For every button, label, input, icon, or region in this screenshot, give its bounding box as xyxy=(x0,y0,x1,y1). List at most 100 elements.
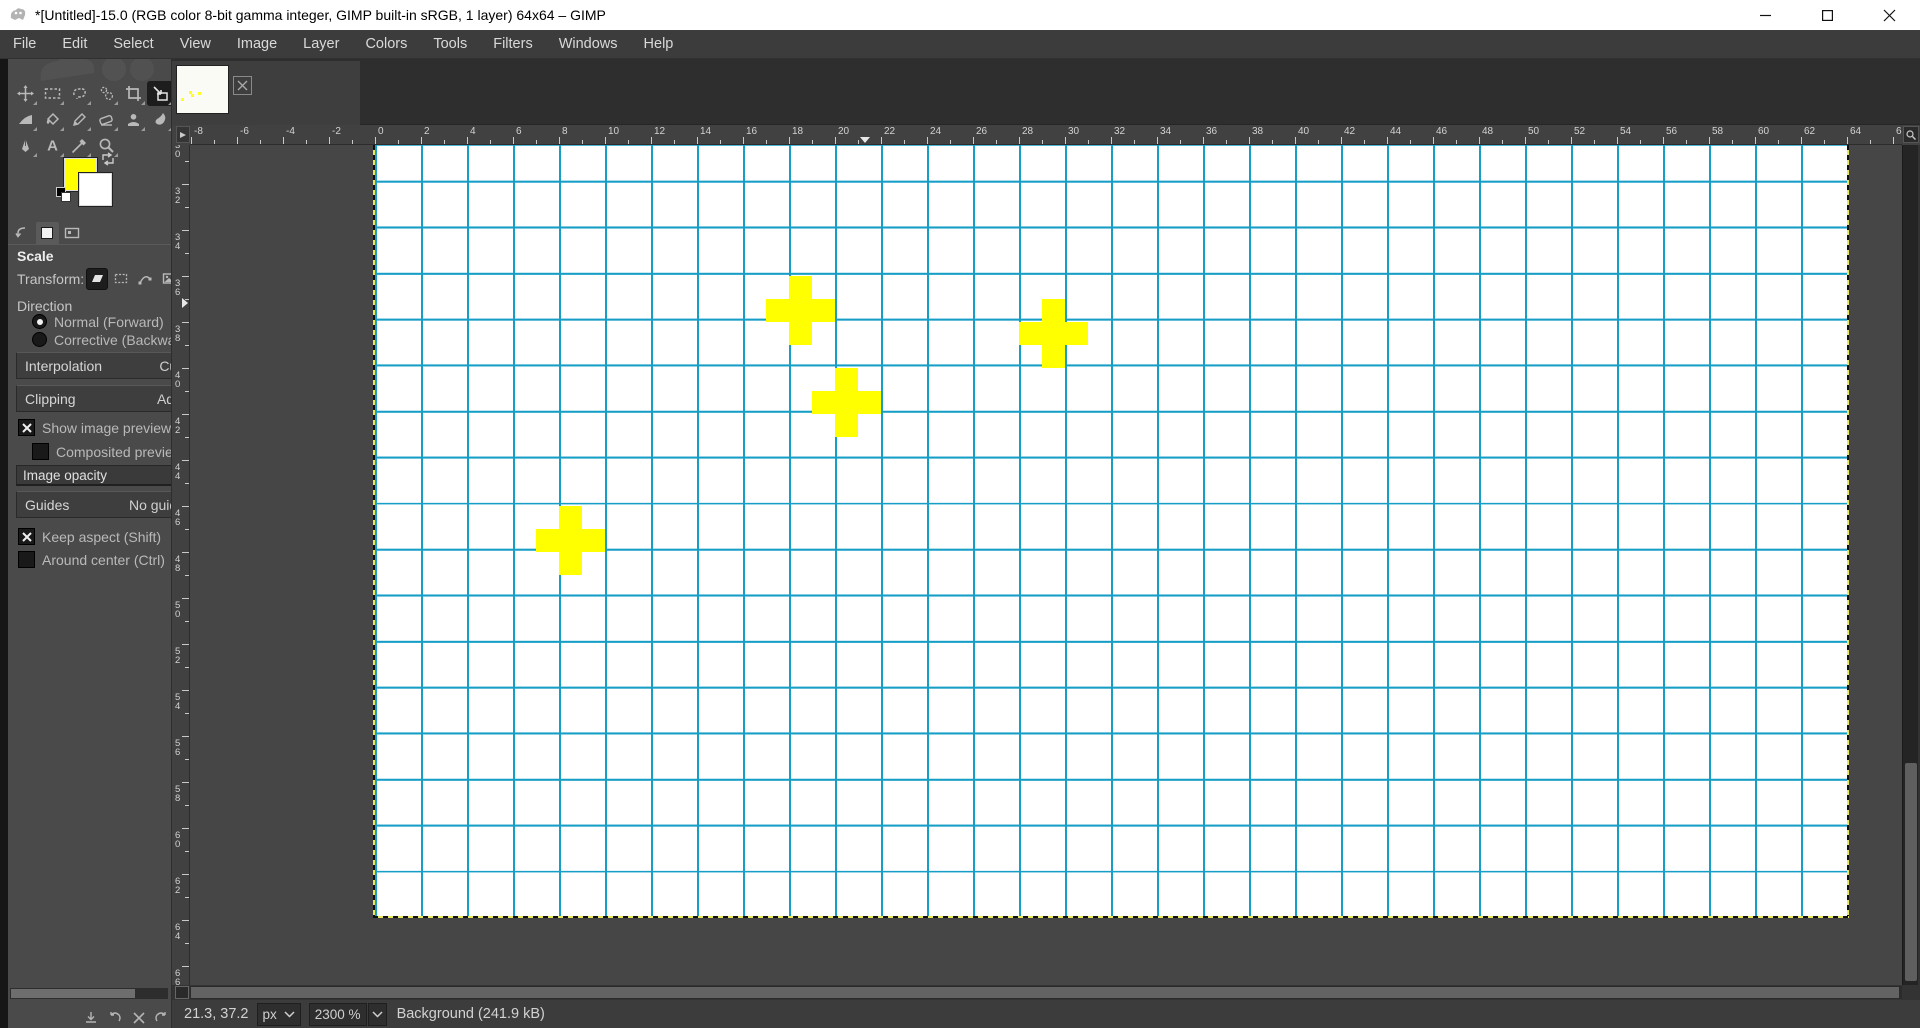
swap-colors-icon[interactable] xyxy=(100,151,116,167)
menu-image[interactable]: Image xyxy=(224,30,290,59)
background-color-swatch[interactable] xyxy=(79,173,112,206)
direction-corrective-radio[interactable]: Corrective (Backwar xyxy=(32,331,171,348)
color-picker-tool-button[interactable] xyxy=(66,133,92,158)
bucket-fill-tool-button[interactable] xyxy=(39,107,65,132)
image-tab[interactable] xyxy=(172,61,360,125)
canvas-image[interactable] xyxy=(375,145,1847,918)
gradient-tool-button[interactable] xyxy=(12,107,38,132)
chevron-down-icon xyxy=(372,1010,383,1018)
vertical-scrollbar[interactable] xyxy=(1902,145,1918,985)
dock-scrollbar[interactable] xyxy=(10,988,168,999)
image-opacity-slider[interactable]: Image opacity 10 xyxy=(16,465,171,486)
guides-select[interactable]: Guides No guide xyxy=(16,491,171,518)
dock-tab-tool-options[interactable] xyxy=(36,222,59,244)
interpolation-select[interactable]: Interpolation Cub xyxy=(16,352,171,379)
transform-buttons xyxy=(84,268,171,290)
crop-tool-button[interactable] xyxy=(120,81,146,106)
save-tool-preset-button[interactable] xyxy=(80,1007,102,1028)
menu-view[interactable]: View xyxy=(167,30,224,59)
ruler-label: 58 xyxy=(1712,126,1724,137)
rect-select-tool-button[interactable] xyxy=(39,81,65,106)
image-tab-close-icon[interactable] xyxy=(233,76,252,95)
scrollbar-thumb[interactable] xyxy=(1905,763,1917,981)
ruler-label: 56 xyxy=(1666,126,1678,137)
smudge-tool-button[interactable] xyxy=(147,107,171,132)
zoom-dropdown[interactable] xyxy=(367,1002,387,1026)
clone-tool-button[interactable] xyxy=(120,107,146,132)
menu-file[interactable]: File xyxy=(0,30,49,59)
ruler-label: 6 0 xyxy=(175,829,181,850)
window-edge xyxy=(0,59,8,1028)
thumbnail-mark xyxy=(198,92,201,95)
ruler-tick xyxy=(835,137,836,144)
transform-layer-button[interactable] xyxy=(86,268,109,290)
scale-tool-button[interactable] xyxy=(147,81,171,106)
clipping-select[interactable]: Clipping Adju xyxy=(16,385,171,412)
wilber-decoration-icon xyxy=(40,59,154,81)
unit-dropdown[interactable]: px xyxy=(256,1002,301,1026)
ruler-tick xyxy=(182,183,189,185)
menu-edit[interactable]: Edit xyxy=(49,30,100,59)
scrollbar-thumb[interactable] xyxy=(191,987,1899,998)
ruler-tick xyxy=(996,140,997,144)
canvas-viewport[interactable] xyxy=(190,145,1902,985)
default-colors-icon[interactable] xyxy=(56,187,71,202)
menu-windows[interactable]: Windows xyxy=(546,30,631,59)
dock-tab-device-status[interactable] xyxy=(61,222,84,244)
horizontal-scrollbar[interactable] xyxy=(190,986,1902,999)
transform-selection-button[interactable] xyxy=(110,268,132,290)
gimp-logo-icon xyxy=(10,8,26,20)
ruler-tick xyxy=(185,482,189,484)
around-center-checkbox[interactable]: Around center (Ctrl) xyxy=(18,551,165,568)
pencil-tool-button[interactable] xyxy=(66,107,92,132)
delete-tool-preset-button[interactable] xyxy=(128,1007,150,1028)
menu-filters[interactable]: Filters xyxy=(480,30,545,59)
ruler-tick xyxy=(182,873,189,875)
ruler-tick xyxy=(1778,140,1779,144)
fuzzy-select-tool-button[interactable] xyxy=(93,81,119,106)
maximize-button[interactable] xyxy=(1796,0,1858,30)
dock-tab-tool-options-back[interactable] xyxy=(11,222,34,244)
move-tool-button[interactable] xyxy=(12,81,38,106)
tool-group-arrow-icon xyxy=(87,101,91,105)
scrollbar-thumb[interactable] xyxy=(11,989,135,998)
text-tool-button[interactable]: A xyxy=(39,133,65,158)
transform-image-button[interactable] xyxy=(158,268,171,290)
minimize-button[interactable] xyxy=(1734,0,1796,30)
ink-tool-button[interactable] xyxy=(12,133,38,158)
radio-icon xyxy=(32,332,47,347)
ruler-tick xyxy=(1272,140,1273,144)
ruler-tick xyxy=(1617,137,1618,144)
ruler-tick xyxy=(973,137,974,144)
ruler-tick xyxy=(1364,140,1365,144)
quick-mask-toggle[interactable] xyxy=(175,986,189,999)
menu-tools[interactable]: Tools xyxy=(420,30,480,59)
transform-path-button[interactable] xyxy=(134,268,156,290)
transform-label: Transform: xyxy=(17,271,85,287)
zoom-input[interactable]: 2300 % xyxy=(308,1002,367,1026)
keep-aspect-checkbox[interactable]: Keep aspect (Shift) xyxy=(18,528,161,545)
close-button[interactable] xyxy=(1858,0,1920,30)
composited-preview-checkbox[interactable]: Composited preview xyxy=(32,443,171,460)
show-image-preview-checkbox[interactable]: Show image preview xyxy=(18,419,171,436)
svg-text:A: A xyxy=(47,138,58,155)
checkbox-icon xyxy=(18,419,35,436)
top-ruler[interactable]: -8 -6 -4 -2 0 2 4 6 8 10 12 14 16 18 20 22 24 26 28 30 32 34 3… xyxy=(190,125,1902,145)
direction-normal-radio[interactable]: Normal (Forward) xyxy=(32,313,164,330)
eraser-tool-button[interactable] xyxy=(93,107,119,132)
menu-select[interactable]: Select xyxy=(100,30,166,59)
ruler-tick xyxy=(185,850,189,852)
left-dock: A Scale Transform: Direction Normal (For… xyxy=(8,59,172,1028)
menu-help[interactable]: Help xyxy=(631,30,687,59)
ruler-corner-button[interactable] xyxy=(176,126,190,143)
menu-colors[interactable]: Colors xyxy=(352,30,420,59)
menu-layer[interactable]: Layer xyxy=(290,30,352,59)
free-select-tool-button[interactable] xyxy=(66,81,92,106)
left-ruler[interactable]: 3 0 3 2 3 4 3 6 3 8 4 0 4 2 4 4 4 6 4 8 5 0 5 2 5 4 5… xyxy=(172,145,190,985)
restore-tool-preset-button[interactable] xyxy=(104,1007,126,1028)
reset-tool-options-button[interactable] xyxy=(150,1007,171,1028)
ruler-tick xyxy=(1732,140,1733,144)
ruler-tick xyxy=(1525,137,1526,144)
ruler-tick xyxy=(1571,137,1572,144)
zoom-follow-window-button[interactable] xyxy=(1903,126,1919,143)
